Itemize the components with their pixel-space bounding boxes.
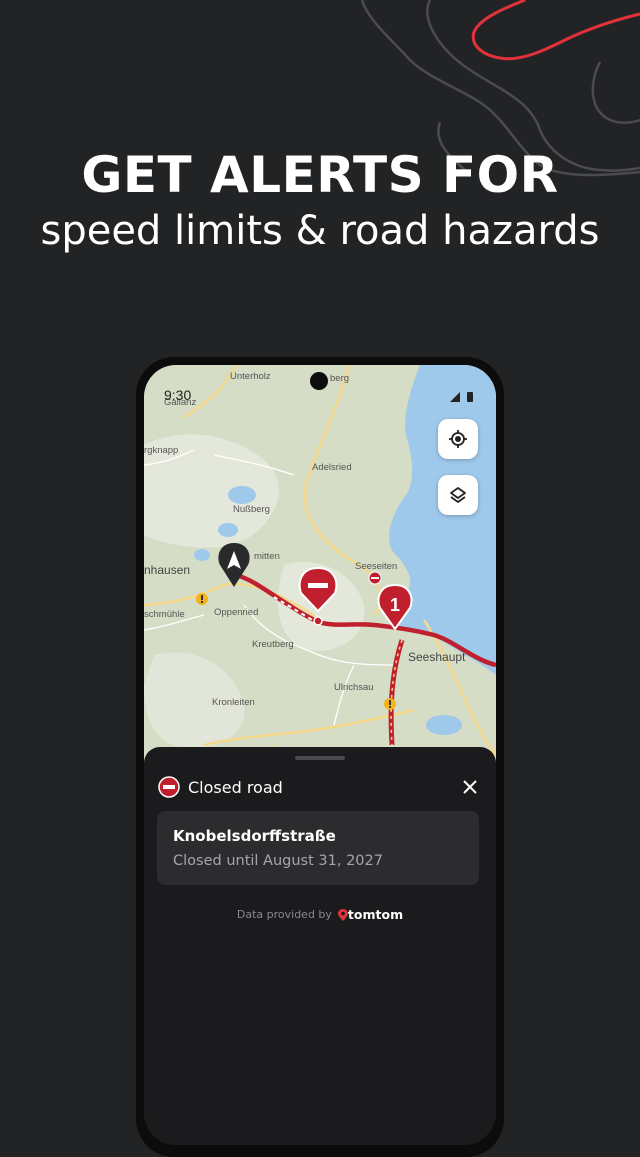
data-provider: Data provided by tomtom (144, 907, 496, 922)
map-label: Seeshaupt (408, 650, 466, 664)
sheet-drag-handle[interactable] (295, 756, 345, 760)
map-label: rgknapp (144, 445, 179, 456)
closure-details-card[interactable]: Knobelsdorffstraße Closed until August 3… (157, 811, 479, 885)
warning-icon (384, 698, 396, 710)
map-label: Kronleiten (212, 697, 255, 708)
map-label: nhausen (144, 563, 191, 577)
map-label: Kreutberg (252, 639, 294, 650)
map-label: Seeseiten (355, 561, 398, 572)
layers-icon (450, 487, 466, 503)
no-entry-icon[interactable] (368, 571, 382, 585)
map-label: Unterholz (230, 371, 271, 382)
provider-label: Data provided by (236, 908, 332, 921)
close-icon[interactable] (460, 777, 480, 797)
map-label: Ulrichsau (334, 682, 374, 693)
headline: GET ALERTS FOR (81, 146, 559, 204)
phone-screen: 1 Unterholz berg Gallanz rgknapp Adelsri… (144, 365, 496, 1145)
incident-count: 1 (390, 595, 400, 615)
front-camera (310, 372, 328, 390)
warning-icon (196, 593, 208, 605)
sheet-header: Closed road (158, 775, 283, 799)
subheadline: speed limits & road hazards (40, 208, 600, 254)
layers-button[interactable] (438, 475, 478, 515)
map-label: schmühle (144, 609, 185, 620)
alert-bottom-sheet: Closed road Knobelsdorffstraße Closed un… (144, 747, 496, 1145)
map-label: Oppenried (214, 607, 259, 618)
sheet-title: Closed road (188, 777, 283, 797)
map-label: berg (330, 373, 350, 384)
street-name: Knobelsdorffstraße (173, 827, 336, 845)
signal-battery-icon (450, 392, 473, 402)
map-label: Adelsried (312, 462, 352, 473)
my-location-icon (449, 430, 467, 448)
map-label: mitten (254, 551, 280, 562)
closed-until: Closed until August 31, 2027 (173, 853, 383, 869)
map-label: Nußberg (233, 504, 270, 515)
tomtom-pin-icon (337, 908, 348, 921)
my-location-button[interactable] (438, 419, 478, 459)
status-time: 9:30 (164, 387, 192, 403)
no-entry-icon (158, 776, 180, 798)
provider-brand: tomtom (347, 907, 404, 922)
